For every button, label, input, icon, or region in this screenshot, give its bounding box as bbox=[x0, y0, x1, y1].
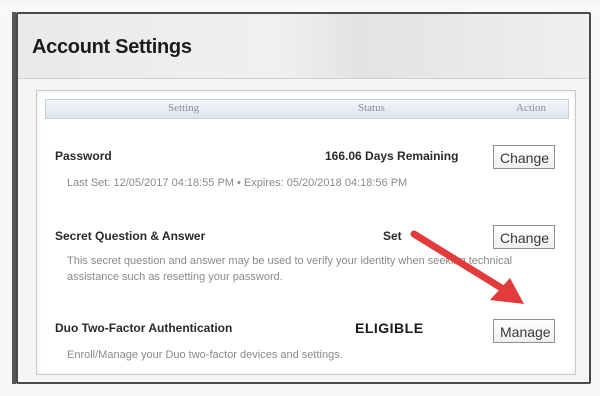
scanned-screenshot: Account Settings Setting Status Action P… bbox=[0, 0, 600, 396]
scan-bottom-margin bbox=[0, 384, 600, 396]
red-arrow-icon bbox=[410, 230, 524, 304]
